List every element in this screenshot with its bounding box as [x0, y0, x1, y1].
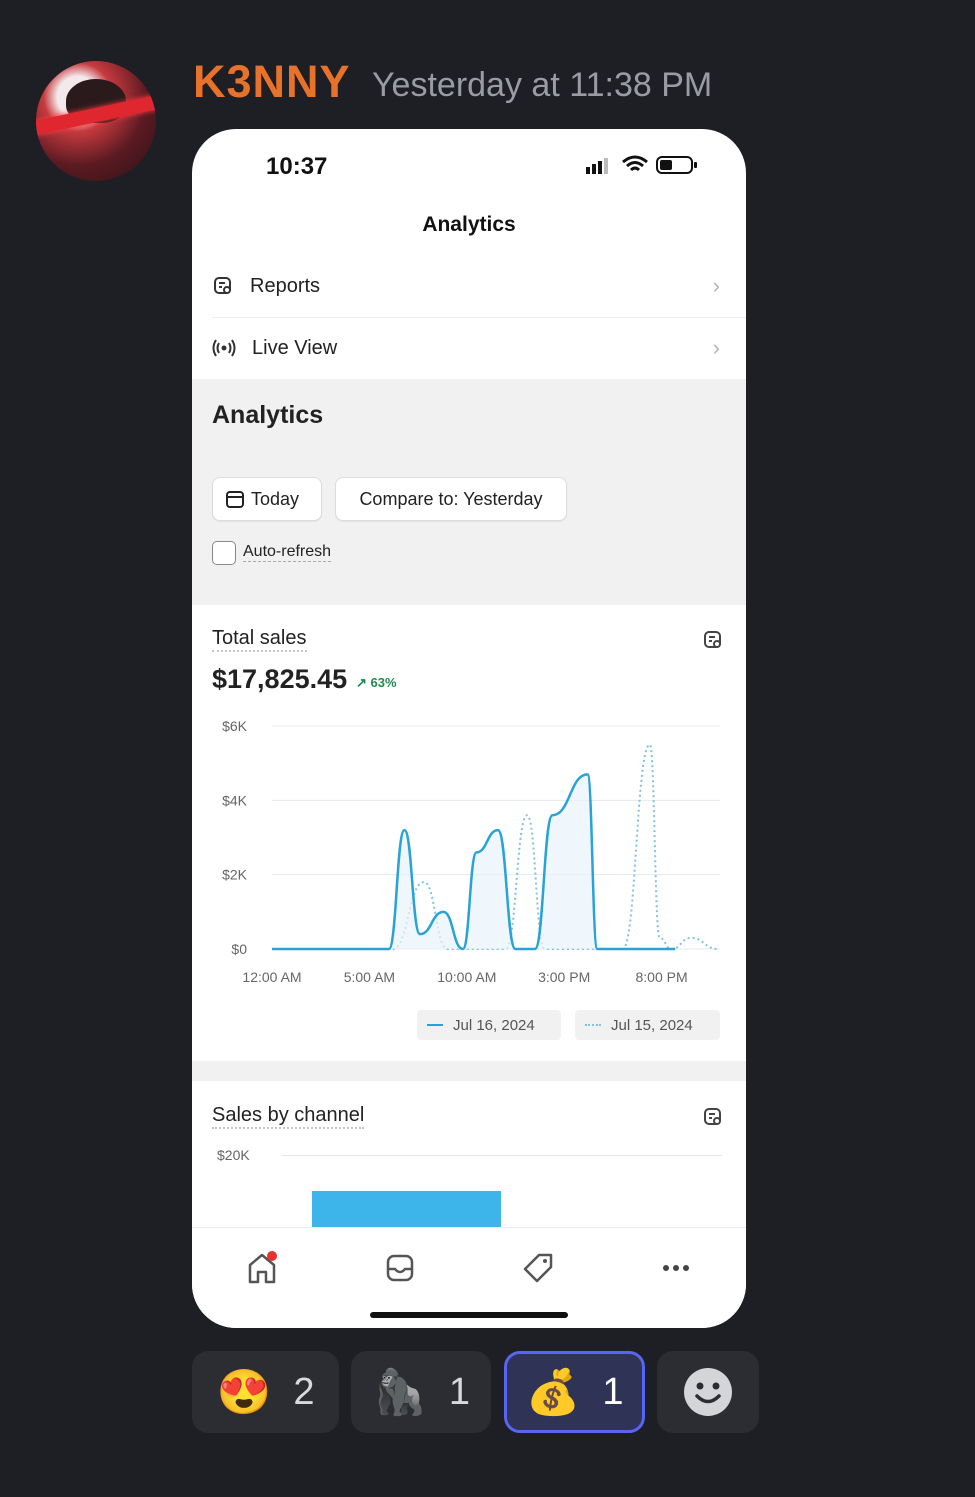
total-sales-value: $17,825.45	[212, 664, 348, 694]
auto-refresh-checkbox[interactable]	[212, 541, 236, 565]
username[interactable]: K3NNY	[193, 56, 351, 108]
add-reaction-icon	[684, 1368, 732, 1416]
legend-solid-swatch	[427, 1024, 443, 1026]
tab-more[interactable]	[656, 1248, 696, 1288]
total-sales-title[interactable]: Total sales	[212, 627, 307, 652]
x-tick-label: 5:00 AM	[344, 969, 395, 985]
reaction-count: 1	[448, 1370, 470, 1413]
tab-orders[interactable]	[380, 1248, 420, 1288]
x-tick-label: 3:00 PM	[538, 969, 590, 985]
add-reaction-button[interactable]	[657, 1351, 759, 1433]
menu-item-label: Live View	[252, 336, 338, 359]
legend-item-current[interactable]: Jul 16, 2024	[417, 1010, 561, 1040]
y-tick-label: $4K	[222, 792, 248, 808]
reaction-gorilla[interactable]: 🦍 1	[351, 1351, 491, 1433]
y-tick-label: $6K	[222, 718, 248, 734]
menu-item-label: Reports	[250, 274, 321, 297]
reports-icon[interactable]	[702, 1106, 724, 1128]
y-tick-label: $0	[231, 941, 247, 957]
status-bar-icons	[584, 155, 698, 175]
legend-dotted-swatch	[585, 1024, 601, 1026]
attached-screenshot[interactable]: 10:37 Analytics Reports › Live View › An…	[192, 129, 746, 1328]
signal-icon	[586, 158, 608, 174]
chevron-right-icon: ›	[712, 273, 720, 298]
menu-item-reports[interactable]: Reports ›	[212, 255, 746, 318]
home-indicator	[370, 1312, 568, 1318]
calendar-icon	[226, 491, 244, 508]
channel-bar	[312, 1191, 501, 1227]
orders-icon	[386, 1254, 414, 1282]
y-tick-label: $2K	[222, 867, 248, 883]
sales-delta: ↗ 63%	[356, 675, 397, 691]
more-icon	[663, 1265, 689, 1271]
gorilla-emoji: 🦍	[372, 1368, 427, 1417]
wifi-icon	[622, 155, 648, 172]
products-icon	[523, 1253, 553, 1283]
analytics-header-section: Analytics Today Compare to: Yesterday Au…	[192, 379, 746, 605]
section-divider	[192, 1061, 746, 1081]
reaction-count: 1	[602, 1370, 624, 1413]
x-tick-label: 8:00 PM	[635, 969, 687, 985]
message-timestamp: Yesterday at 11:38 PM	[372, 66, 713, 104]
legend-item-previous[interactable]: Jul 15, 2024	[575, 1010, 720, 1040]
reaction-count: 2	[293, 1370, 315, 1413]
reaction-heart-eyes[interactable]: 😍 2	[192, 1351, 339, 1433]
sales-delta-value: 63%	[370, 675, 397, 690]
channel-gridline	[282, 1155, 722, 1156]
channel-y-tick: $20K	[217, 1147, 250, 1163]
live-view-icon	[212, 339, 236, 357]
date-range-button[interactable]: Today	[212, 477, 322, 521]
trend-up-icon: ↗	[356, 675, 367, 690]
avatar[interactable]	[36, 61, 156, 181]
compare-button[interactable]: Compare to: Yesterday	[335, 477, 567, 521]
legend-label: Jul 15, 2024	[611, 1016, 693, 1034]
chevron-right-icon: ›	[712, 335, 720, 360]
sales-by-channel-title[interactable]: Sales by channel	[212, 1104, 365, 1129]
heart-eyes-emoji: 😍	[216, 1368, 272, 1417]
reports-icon[interactable]	[702, 629, 724, 651]
section-title: Analytics	[212, 401, 324, 429]
tab-products[interactable]	[518, 1248, 558, 1288]
compare-label: Compare to: Yesterday	[359, 488, 543, 509]
nav-title: Analytics	[422, 213, 516, 236]
total-sales-chart: $0 $2K $4K $6K 12:00 AM 5:00 AM 10:00 AM 3:00 P…	[222, 718, 720, 985]
tab-home[interactable]	[242, 1248, 282, 1288]
status-bar-time: 10:37	[266, 153, 328, 180]
date-range-label: Today	[251, 488, 300, 509]
money-bag-emoji: 💰	[525, 1368, 581, 1417]
auto-refresh-label: Auto-refresh	[243, 543, 332, 562]
reports-icon	[214, 277, 231, 294]
home-icon	[248, 1251, 277, 1284]
reaction-money-bag[interactable]: 💰 1	[504, 1351, 645, 1433]
x-tick-label: 10:00 AM	[437, 969, 496, 985]
legend-label: Jul 16, 2024	[453, 1016, 535, 1034]
battery-icon	[656, 156, 697, 174]
menu-item-live-view[interactable]: Live View ›	[212, 317, 746, 379]
x-tick-label: 12:00 AM	[242, 969, 301, 985]
